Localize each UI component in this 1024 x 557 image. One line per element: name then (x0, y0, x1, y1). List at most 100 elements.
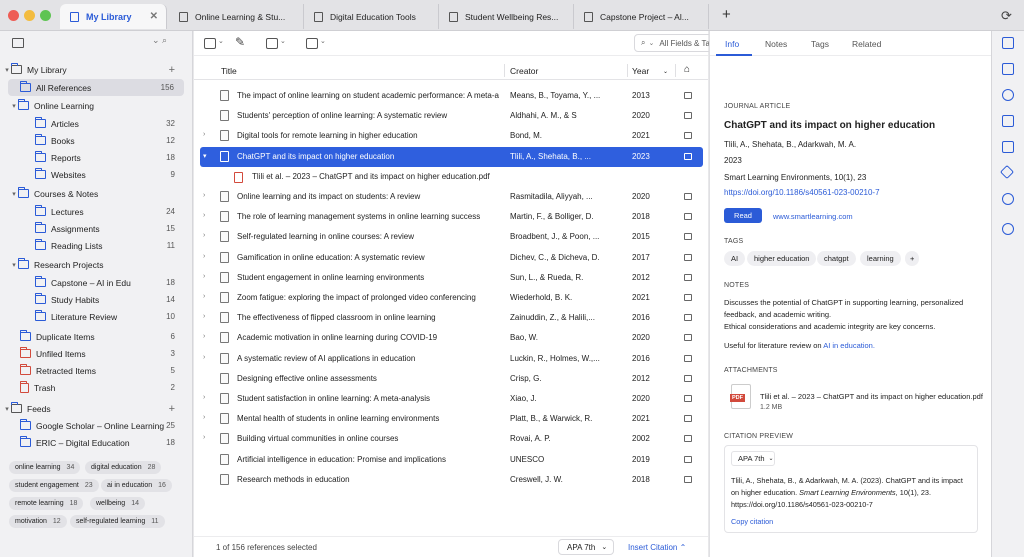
new-item-icon[interactable] (204, 38, 216, 49)
attachment-status-icon[interactable] (684, 374, 692, 382)
chevron-down-icon[interactable]: ⌄ (218, 37, 224, 45)
row-expand-icon[interactable]: › (203, 333, 205, 340)
attachment-status-icon[interactable] (684, 455, 692, 463)
table-row[interactable]: The impact of online learning on student… (194, 86, 708, 106)
feeds-header[interactable]: ▾ Feeds + (0, 400, 193, 417)
sidebar-item-literature-review[interactable]: Literature Review 10 (0, 308, 193, 325)
tag-pill[interactable]: digital education 28 (85, 461, 162, 474)
related-icon[interactable] (1002, 193, 1014, 205)
tag-chip[interactable]: higher education (747, 251, 817, 266)
attachment-status-icon[interactable] (684, 253, 692, 261)
row-expand-icon[interactable]: › (203, 414, 205, 421)
tab-my-library[interactable]: My Library ✕ (60, 4, 167, 29)
note-link[interactable]: AI in education. (823, 341, 875, 350)
row-expand-icon[interactable]: › (203, 253, 205, 260)
add-attachment-icon[interactable] (266, 38, 278, 49)
minimize-window-button[interactable] (24, 10, 35, 21)
tag-chip[interactable]: learning (860, 251, 901, 266)
tag-pill[interactable]: wellbeing 14 (90, 497, 145, 510)
table-row[interactable]: › Student satisfaction in online learning… (194, 389, 708, 409)
tag-pill[interactable]: self-regulated learning 11 (70, 515, 165, 528)
citation-style-select[interactable]: APA 7th ⌄ (558, 539, 614, 555)
sidebar-item-all-references[interactable]: All References 156 (8, 79, 184, 96)
attachment-status-icon[interactable] (684, 395, 692, 402)
sidebar-item-assignments[interactable]: Assignments 15 (0, 220, 193, 237)
copy-citation-button[interactable]: Copy citation (731, 517, 773, 526)
sidebar-feed-google-scholar[interactable]: Google Scholar – Online Learning 25 (0, 417, 193, 434)
tag-chip[interactable]: AI (724, 251, 746, 266)
insert-citation-button[interactable]: Insert Citation ⌃ (628, 543, 686, 552)
attachment-status-icon[interactable] (684, 294, 692, 301)
attachment-status-icon[interactable] (684, 92, 692, 99)
tag-pill[interactable]: student engagement 23 (9, 479, 99, 492)
table-row[interactable]: › Self-regulated learning in online cours… (194, 227, 708, 247)
column-header-year[interactable]: Year (632, 66, 649, 76)
attachment-status-icon[interactable] (684, 354, 692, 362)
table-row[interactable]: › Online learning and its impact on stude… (194, 187, 708, 207)
sidebar-item-lectures[interactable]: Lectures 24 (0, 203, 193, 220)
add-tag-button[interactable]: + (905, 251, 920, 266)
sidebar-feed-eric[interactable]: ERIC – Digital Education 18 (0, 434, 193, 451)
table-row[interactable]: › Gamification in online education: A sys… (194, 248, 708, 268)
magic-wand-icon[interactable]: ✎ (235, 35, 245, 49)
row-expand-icon[interactable]: › (203, 354, 205, 361)
table-row[interactable]: › Student engagement in online learning e… (194, 268, 708, 288)
table-row[interactable]: › Digital tools for remote learning in hi… (194, 126, 708, 146)
abstract-icon[interactable] (1002, 63, 1014, 75)
table-row[interactable]: › A systematic review of AI applications … (194, 349, 708, 369)
tab-online-learning[interactable]: Online Learning & Stu... (169, 4, 304, 29)
tab-notes[interactable]: Notes (765, 39, 787, 49)
attachment-status-icon[interactable] (684, 415, 692, 423)
attachment-status-icon[interactable] (684, 132, 692, 140)
filter-collections-icon[interactable]: ⌄ ⌕ (152, 35, 167, 46)
table-row[interactable]: › Zoom fatigue: exploring the impact of p… (194, 288, 708, 308)
sidebar-item-study-habits[interactable]: Study Habits 14 (0, 291, 193, 308)
row-expand-icon[interactable]: › (203, 434, 205, 441)
new-collection-icon[interactable] (12, 38, 24, 48)
citation-style-select[interactable]: APA 7th ⌄ (731, 451, 775, 466)
table-row[interactable]: › The effectiveness of flipped classroom … (194, 308, 708, 328)
tag-pill[interactable]: remote learning 18 (9, 497, 84, 510)
sidebar-item-reports[interactable]: Reports 18 (0, 149, 193, 166)
sidebar-item-retracted-items[interactable]: Retracted Items 5 (0, 362, 193, 379)
column-header-creator[interactable]: Creator (510, 66, 538, 76)
tag-pill[interactable]: ai in education 16 (101, 479, 172, 492)
row-expand-icon[interactable]: › (203, 212, 205, 219)
tab-related[interactable]: Related (852, 39, 881, 49)
tag-chip[interactable]: chatgpt (817, 251, 856, 266)
attachment-status-icon[interactable] (684, 233, 692, 241)
sidebar-item-online-learning[interactable]: ▾ Online Learning (0, 97, 193, 114)
chevron-down-icon[interactable]: ⌄ (320, 37, 326, 45)
attachment-status-icon[interactable] (684, 152, 692, 160)
column-header-title[interactable]: Title (221, 66, 237, 76)
sidebar-item-websites[interactable]: Websites 9 (0, 166, 193, 183)
notes-icon[interactable] (1002, 115, 1014, 127)
attachment-status-icon[interactable] (684, 475, 692, 483)
attachment-status-icon[interactable] (684, 273, 692, 281)
table-row[interactable]: Designing effective online assessments Cr… (194, 369, 708, 389)
table-row[interactable]: Research methods in education Creswell, J… (194, 470, 708, 490)
sort-chevron-icon[interactable]: ⌄ (663, 68, 668, 75)
row-expand-icon[interactable]: › (203, 313, 205, 320)
add-feed-icon[interactable]: + (169, 403, 175, 415)
attachments-icon[interactable] (1002, 89, 1014, 101)
my-library-header[interactable]: ▾ My Library + (0, 61, 193, 78)
attachment-status-icon[interactable] (684, 213, 692, 221)
sidebar-item-trash[interactable]: Trash 2 (0, 379, 193, 396)
zoom-window-button[interactable] (40, 10, 51, 21)
row-expand-icon[interactable]: › (203, 131, 205, 138)
info-icon[interactable] (1002, 37, 1014, 49)
item-doi-link[interactable]: https://doi.org/10.1186/s40561-023-00210… (724, 188, 880, 197)
table-row[interactable]: Students' perception of online learning:… (194, 106, 708, 126)
table-row[interactable]: › The role of learning management systems… (194, 207, 708, 227)
tags-icon[interactable] (999, 164, 1015, 180)
close-tab-icon[interactable]: ✕ (150, 11, 158, 22)
locate-icon[interactable] (1002, 223, 1014, 235)
sidebar-item-articles[interactable]: Articles 32 (0, 115, 193, 132)
tag-pill[interactable]: motivation 12 (9, 515, 67, 528)
new-tab-button[interactable]: + (722, 6, 731, 23)
tab-info[interactable]: Info (725, 39, 739, 49)
tab-tags[interactable]: Tags (811, 39, 829, 49)
sidebar-item-books[interactable]: Books 12 (0, 132, 193, 149)
sidebar-item-unfiled-items[interactable]: Unfiled Items 3 (0, 345, 193, 362)
